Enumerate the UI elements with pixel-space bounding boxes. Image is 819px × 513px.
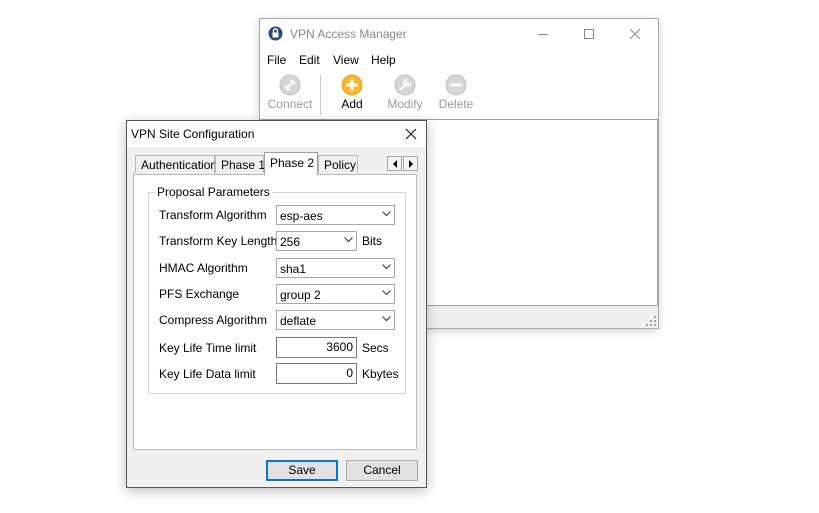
pfs-exchange-value: group 2 xyxy=(280,288,321,302)
add-label: Add xyxy=(341,97,363,111)
transform-key-length-select[interactable]: 256 xyxy=(276,231,357,251)
add-button[interactable]: Add xyxy=(332,74,372,118)
delete-icon xyxy=(445,74,467,96)
key-life-data-label: Key Life Data limit xyxy=(159,367,256,381)
transform-algorithm-select[interactable]: esp-aes xyxy=(276,205,395,225)
modify-label: Modify xyxy=(387,97,423,111)
vpn-site-configuration-dialog: VPN Site Configuration Authentication Ph… xyxy=(126,120,427,488)
main-window-title: VPN Access Manager xyxy=(290,27,407,41)
hmac-algorithm-value: sha1 xyxy=(280,262,307,276)
compress-algorithm-select[interactable]: deflate xyxy=(276,310,395,330)
save-button[interactable]: Save xyxy=(266,460,338,481)
main-close-button[interactable] xyxy=(612,19,658,49)
chevron-down-icon xyxy=(382,290,391,296)
compress-algorithm-value: deflate xyxy=(280,314,317,328)
connect-icon xyxy=(279,74,301,96)
chevron-down-icon xyxy=(382,316,391,322)
menu-help[interactable]: Help xyxy=(371,53,396,67)
transform-algorithm-value: esp-aes xyxy=(280,209,323,223)
main-titlebar[interactable]: VPN Access Manager xyxy=(260,19,658,49)
chevron-down-icon xyxy=(344,237,353,243)
pfs-exchange-select[interactable]: group 2 xyxy=(276,284,395,304)
key-life-time-input[interactable]: 3600 xyxy=(276,337,357,358)
menu-file[interactable]: File xyxy=(267,53,286,67)
transform-algorithm-label: Transform Algorithm xyxy=(159,208,267,222)
compress-algorithm-label: Compress Algorithm xyxy=(159,313,268,327)
modify-icon xyxy=(394,74,416,96)
add-icon xyxy=(341,74,363,96)
minimize-icon xyxy=(538,34,548,35)
pfs-exchange-label: PFS Exchange xyxy=(159,287,240,301)
menu-edit[interactable]: Edit xyxy=(299,53,320,67)
delete-label: Delete xyxy=(438,97,474,111)
menu-view[interactable]: View xyxy=(333,53,359,67)
chevron-left-icon xyxy=(392,159,397,168)
transform-key-length-unit: Bits xyxy=(362,234,383,248)
key-life-data-input[interactable]: 0 xyxy=(276,363,357,384)
key-life-data-unit: Kbytes xyxy=(362,367,399,381)
cancel-button[interactable]: Cancel xyxy=(346,460,418,481)
toolbar-separator xyxy=(320,75,321,115)
tab-scroll-left-button[interactable] xyxy=(387,156,402,171)
tab-scroll-right-button[interactable] xyxy=(403,156,418,171)
connect-label: Connect xyxy=(267,97,313,111)
chevron-down-icon xyxy=(382,264,391,270)
close-icon[interactable] xyxy=(404,127,418,141)
group-title: Proposal Parameters xyxy=(155,185,272,199)
key-life-time-label: Key Life Time limit xyxy=(159,341,257,355)
dialog-titlebar[interactable]: VPN Site Configuration xyxy=(127,121,426,147)
tab-phase-1[interactable]: Phase 1 xyxy=(215,155,265,173)
app-icon xyxy=(268,26,283,41)
connect-button[interactable]: Connect xyxy=(265,74,315,118)
chevron-right-icon xyxy=(408,159,413,168)
phase-2-panel: Proposal Parameters Transform Algorithm … xyxy=(133,174,417,450)
key-life-time-unit: Secs xyxy=(362,341,389,355)
transform-key-length-label: Transform Key Length xyxy=(159,234,278,248)
tab-phase-2[interactable]: Phase 2 xyxy=(264,152,318,175)
hmac-algorithm-select[interactable]: sha1 xyxy=(276,258,395,278)
dialog-title: VPN Site Configuration xyxy=(131,127,255,141)
menu-bar: File Edit View Help xyxy=(260,49,658,71)
hmac-algorithm-label: HMAC Algorithm xyxy=(159,261,248,275)
toolbar: Connect Add Modify Delete xyxy=(260,71,658,120)
transform-key-length-value: 256 xyxy=(280,235,301,249)
proposal-parameters-group: Proposal Parameters Transform Algorithm … xyxy=(148,185,406,394)
tab-strip: Authentication Phase 1 Phase 2 Policy xyxy=(127,147,426,175)
minimize-button[interactable] xyxy=(520,19,566,49)
tab-policy[interactable]: Policy xyxy=(318,155,358,173)
maximize-icon xyxy=(584,29,594,39)
tab-authentication[interactable]: Authentication xyxy=(135,155,217,173)
chevron-down-icon xyxy=(382,211,391,217)
close-icon xyxy=(630,29,640,39)
resize-grip-icon[interactable] xyxy=(646,316,656,326)
modify-button[interactable]: Modify xyxy=(382,74,428,118)
delete-button[interactable]: Delete xyxy=(436,74,476,118)
maximize-button[interactable] xyxy=(566,19,612,49)
